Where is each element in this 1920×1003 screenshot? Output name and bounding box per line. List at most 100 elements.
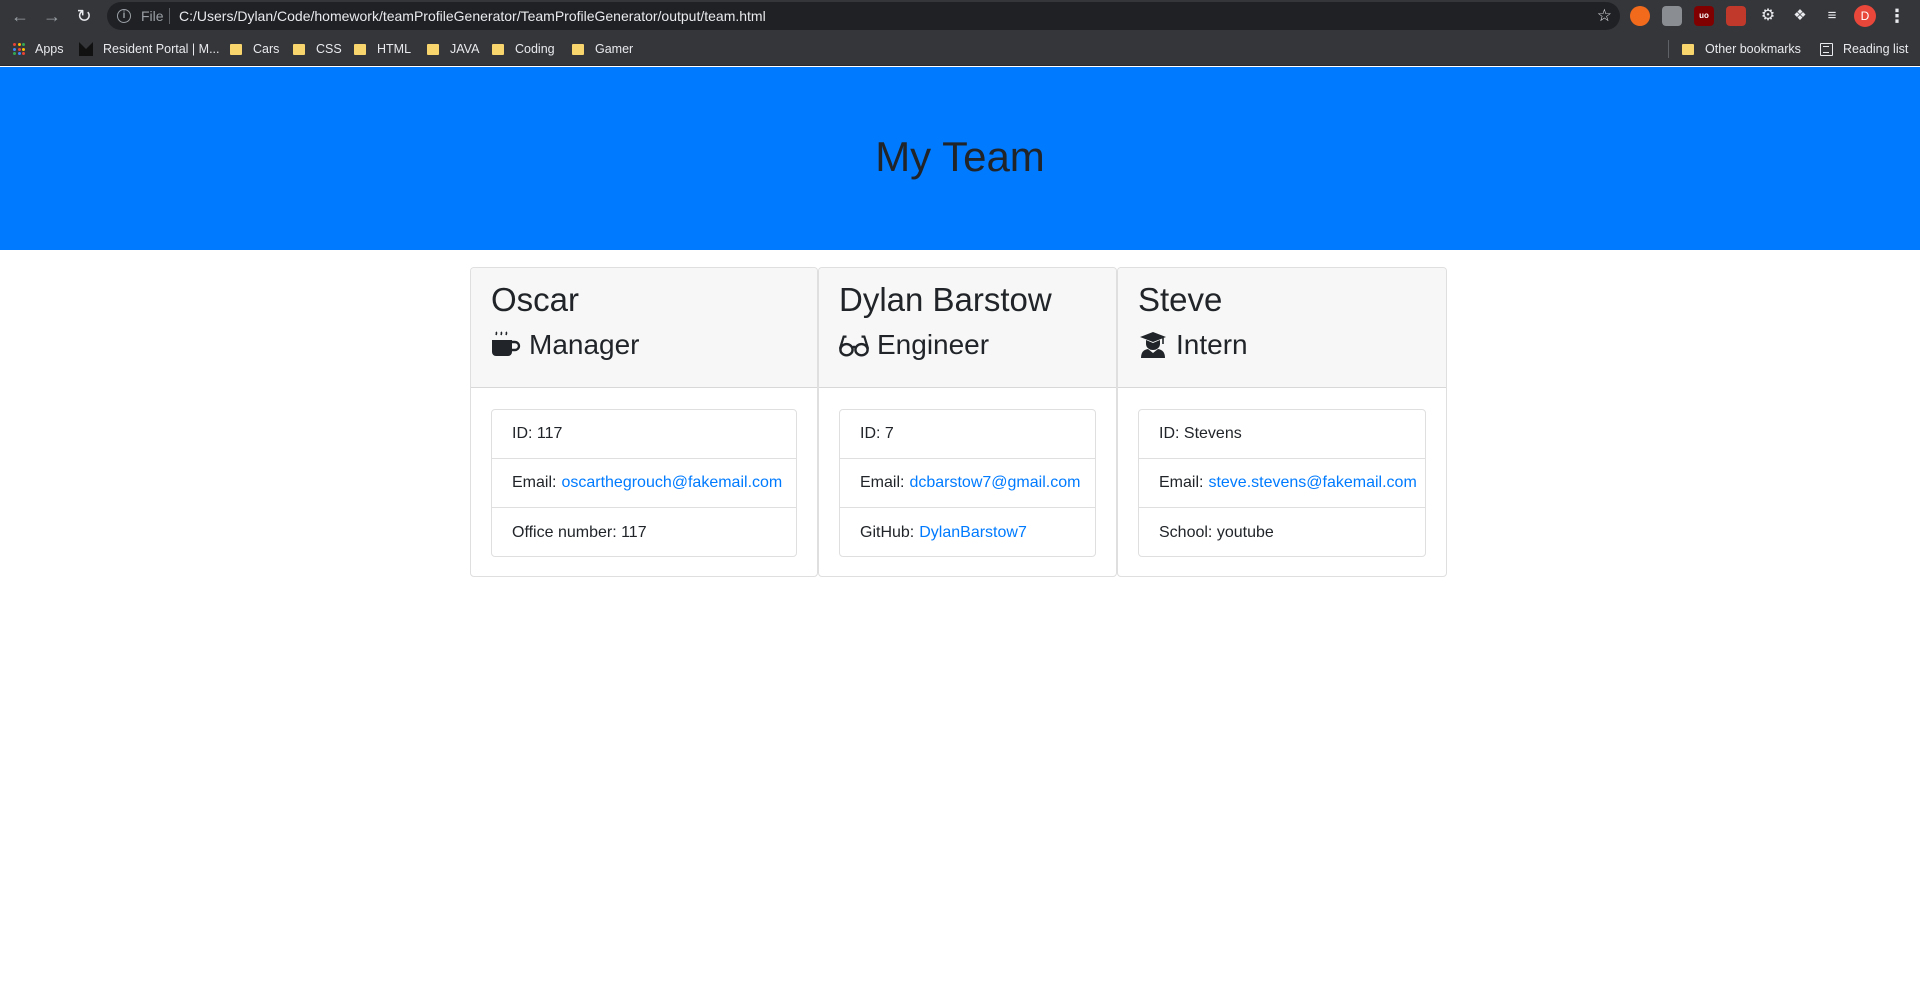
back-arrow-icon[interactable]: ← <box>8 4 32 28</box>
bookmarks-bar: Apps Resident Portal | M... Cars CSS HTM… <box>0 32 1920 66</box>
office-value: 117 <box>621 523 647 541</box>
extension-gear-icon[interactable]: ⚙ <box>1758 6 1778 26</box>
profile-avatar[interactable]: D <box>1854 5 1876 27</box>
bookmark-label: Gamer <box>595 42 634 56</box>
bookmark-html[interactable]: HTML <box>354 40 411 58</box>
address-bar[interactable]: i File C:/Users/Dylan/Code/homework/team… <box>107 2 1620 30</box>
bookmark-resident-portal[interactable]: Resident Portal | M... <box>79 40 220 58</box>
employee-role: Engineer <box>839 329 989 361</box>
info-icon[interactable]: i <box>117 9 131 23</box>
role-label: Engineer <box>877 329 990 360</box>
office-label: Office number: <box>512 523 617 541</box>
url-separator <box>169 8 170 24</box>
bookmark-label: Reading list <box>1843 42 1909 56</box>
list-item-id: ID: 117 <box>492 410 796 459</box>
list-item-id: ID: Stevens <box>1139 410 1425 459</box>
id-label: ID: <box>1159 425 1180 442</box>
folder-icon <box>492 43 504 55</box>
email-label: Email: <box>1159 474 1204 491</box>
id-value: Stevens <box>1183 425 1242 442</box>
extension-ublock-icon[interactable]: uo <box>1694 6 1714 26</box>
forward-arrow-icon[interactable]: → <box>40 4 64 28</box>
school-value: youtube <box>1216 523 1274 541</box>
bookmark-label: JAVA <box>450 42 480 56</box>
extensions-puzzle-icon[interactable]: ❖ <box>1790 6 1810 26</box>
bookmark-label: HTML <box>377 42 412 56</box>
list-item-id: ID: 7 <box>840 410 1095 459</box>
employee-role: Manager <box>491 329 640 361</box>
bookmark-cars[interactable]: Cars <box>230 40 279 58</box>
list-item-github: GitHub: DylanBarstow7 <box>840 508 1095 557</box>
media-queue-icon[interactable]: ≡ <box>1822 6 1842 26</box>
folder-icon <box>354 43 366 55</box>
list-item-email: Email: dcbarstow7@gmail.com <box>840 459 1095 508</box>
bookmark-label: Resident Portal | M... <box>103 42 220 56</box>
graduate-icon <box>1140 332 1166 358</box>
employee-details-list: ID: 7 Email: dcbarstow7@gmail.com GitHub:… <box>839 409 1096 557</box>
apps-grid-icon <box>13 43 25 55</box>
extension-brave-icon[interactable] <box>1630 6 1650 26</box>
email-link[interactable]: oscarthegrouch@fakemail.com <box>561 474 782 492</box>
bookmark-label: Apps <box>35 42 64 56</box>
bookmark-java[interactable]: JAVA <box>427 40 479 58</box>
bookmark-star-icon[interactable]: ☆ <box>1597 5 1612 27</box>
reading-list-icon <box>1820 42 1833 56</box>
card-header: Oscar Manager <box>471 268 817 388</box>
employee-name: Oscar <box>491 281 580 318</box>
list-item-email: Email: steve.stevens@fakemail.com <box>1139 459 1425 508</box>
id-value: 7 <box>884 425 894 442</box>
card-header: Steve Intern <box>1118 268 1446 388</box>
email-label: Email: <box>512 474 557 491</box>
email-link[interactable]: dcbarstow7@gmail.com <box>909 474 1080 492</box>
email-link[interactable]: steve.stevens@fakemail.com <box>1208 474 1416 492</box>
url-text[interactable]: C:/Users/Dylan/Code/homework/teamProfile… <box>179 8 766 24</box>
reading-list-button[interactable]: Reading list <box>1820 40 1908 58</box>
list-item-school: School: youtube <box>1139 508 1425 557</box>
employee-card-manager: Oscar Manager ID: 117 Email: oscarthegrou… <box>470 267 818 577</box>
role-label: Manager <box>529 329 640 360</box>
mug-icon <box>492 331 521 356</box>
employee-card-engineer: Dylan Barstow Engineer ID: 7 Email: dcbar… <box>818 267 1117 577</box>
role-label: Intern <box>1176 329 1248 360</box>
list-item-office: Office number: 117 <box>492 508 796 557</box>
bookmark-label: CSS <box>316 42 342 56</box>
employee-details-list: ID: Stevens Email: steve.stevens@fakemail… <box>1138 409 1426 557</box>
reload-icon[interactable]: ↻ <box>72 4 96 28</box>
employee-name: Dylan Barstow <box>839 281 1052 318</box>
bookmark-label: Other bookmarks <box>1705 42 1801 56</box>
folder-icon <box>572 43 584 55</box>
email-label: Email: <box>860 474 905 491</box>
employee-name: Steve <box>1138 281 1223 318</box>
id-label: ID: <box>860 425 881 442</box>
id-label: ID: <box>512 425 533 442</box>
extension-gray-icon[interactable] <box>1662 6 1682 26</box>
card-header: Dylan Barstow Engineer <box>819 268 1116 388</box>
header-banner: My Team <box>0 67 1920 250</box>
list-item-email: Email: oscarthegrouch@fakemail.com <box>492 459 796 508</box>
school-label: School: <box>1159 523 1213 541</box>
folder-icon <box>427 43 439 55</box>
folder-icon <box>1682 43 1694 55</box>
employee-details-list: ID: 117 Email: oscarthegrouch@fakemail.co… <box>491 409 797 557</box>
url-scheme-label: File <box>141 8 164 24</box>
bookmark-label: Coding <box>515 42 555 56</box>
page-title: My Team <box>875 133 1045 180</box>
bookmark-css[interactable]: CSS <box>293 40 342 58</box>
bookmark-coding[interactable]: Coding <box>492 40 555 58</box>
bookmark-apps[interactable]: Apps <box>13 40 64 58</box>
glasses-icon <box>839 335 869 357</box>
extension-red-icon[interactable] <box>1726 6 1746 26</box>
bookmark-other[interactable]: Other bookmarks <box>1682 40 1801 58</box>
bookmark-label: Cars <box>253 42 280 56</box>
folder-icon <box>230 43 242 55</box>
menu-dots-icon[interactable]: ⋮ <box>1888 4 1906 28</box>
id-value: 117 <box>536 425 563 442</box>
github-label: GitHub: <box>860 523 915 541</box>
github-link[interactable]: DylanBarstow7 <box>919 524 1027 542</box>
employee-role: Intern <box>1138 329 1248 361</box>
folder-icon <box>293 43 305 55</box>
browser-toolbar: ← → ↻ i File C:/Users/Dylan/Code/homewor… <box>0 0 1920 32</box>
resident-portal-icon <box>79 42 93 56</box>
employee-card-intern: Steve Intern ID: Stevens Email: steve.ste… <box>1117 267 1447 577</box>
bookmark-gamer[interactable]: Gamer <box>572 40 633 58</box>
